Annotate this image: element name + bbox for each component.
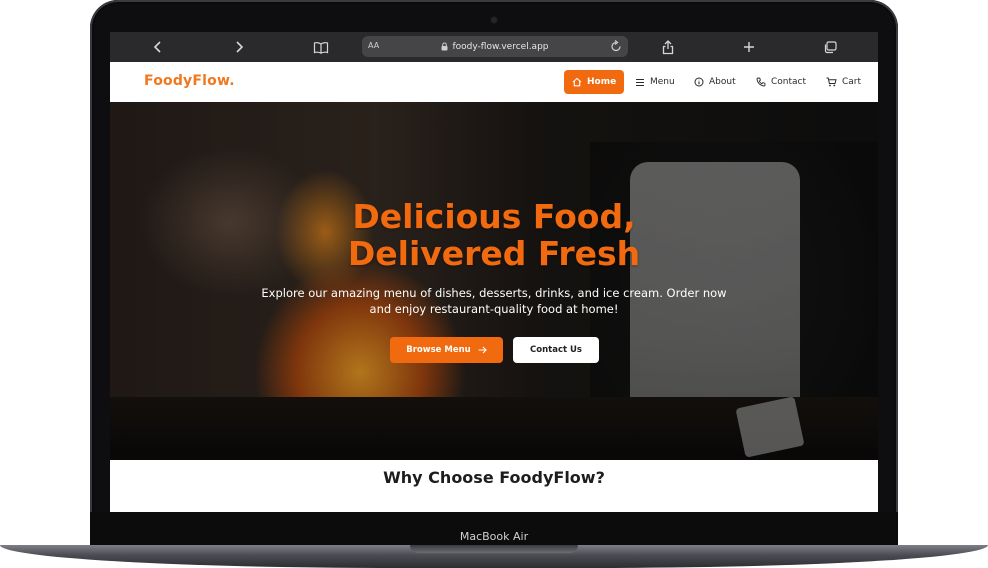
device-label: MacBook Air (459, 530, 529, 543)
site-navbar: FoodyFlow. Home Menu About Contact Cart (110, 62, 878, 103)
nav-menu[interactable]: Menu (627, 70, 683, 94)
plus-icon[interactable] (741, 37, 757, 57)
book-icon[interactable] (312, 37, 330, 57)
nav-home-label: Home (587, 77, 617, 87)
share-icon[interactable] (660, 37, 676, 57)
nav-contact[interactable]: Contact (748, 70, 814, 94)
hero-overlay (110, 102, 878, 460)
nav-about-label: About (709, 77, 736, 87)
reload-icon[interactable] (610, 39, 622, 53)
screen: AA foody-flow.vercel.app FoodyFlow. Home… (110, 32, 878, 512)
nav-contact-label: Contact (771, 77, 807, 87)
section-title: Why Choose FoodyFlow? (383, 468, 605, 487)
nav-cart[interactable]: Cart (818, 70, 869, 94)
hero-title-line2: Delivered Fresh (347, 234, 641, 273)
url-text: foody-flow.vercel.app (452, 41, 549, 52)
nav-menu-label: Menu (650, 77, 675, 87)
browse-menu-label: Browse Menu (406, 345, 471, 355)
contact-us-button[interactable]: Contact Us (513, 337, 599, 363)
arrow-right-icon (478, 346, 487, 354)
browser-toolbar: AA foody-flow.vercel.app (110, 32, 878, 62)
nav-cart-label: Cart (842, 77, 862, 87)
nav-home[interactable]: Home (564, 70, 625, 94)
lock-icon (441, 42, 448, 51)
phone-icon (756, 77, 766, 87)
camera-dot (491, 17, 497, 23)
cart-icon (826, 77, 837, 87)
laptop-base-notch (410, 545, 578, 553)
menu-icon (635, 78, 645, 87)
back-icon[interactable] (150, 37, 166, 57)
nav-about[interactable]: About (686, 70, 744, 94)
home-icon (572, 77, 582, 87)
browse-menu-button[interactable]: Browse Menu (390, 337, 503, 363)
hero-subtitle: Explore our amazing menu of dishes, dess… (261, 286, 727, 316)
tabs-icon[interactable] (822, 37, 838, 57)
brand-logo[interactable]: FoodyFlow. (144, 73, 235, 89)
hero-title: Delicious Food, Delivered Fresh (110, 198, 878, 272)
info-icon (694, 77, 704, 87)
hero-section: Delicious Food, Delivered Fresh Explore … (110, 102, 878, 460)
forward-icon[interactable] (231, 37, 247, 57)
hero-title-line1: Delicious Food, (352, 197, 636, 236)
address-bar[interactable]: AA foody-flow.vercel.app (362, 36, 628, 57)
